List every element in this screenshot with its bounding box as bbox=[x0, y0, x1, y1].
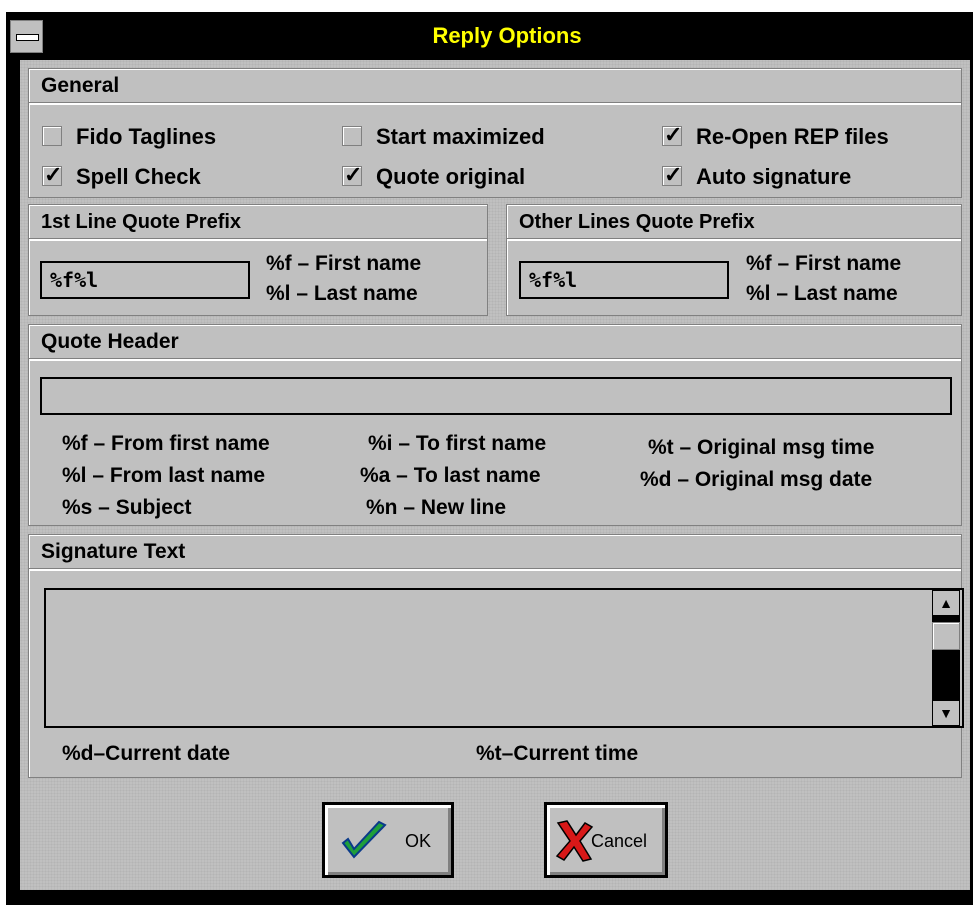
other-prefix-title: Other Lines Quote Prefix bbox=[507, 205, 961, 241]
other-prefix-hint-first: %f – First name bbox=[746, 252, 902, 275]
fido-taglines-checkbox[interactable] bbox=[42, 126, 62, 146]
signature-legend-time: %t–Current time bbox=[476, 742, 639, 765]
dialog-body: General Fido Taglines Start maximized ✓ … bbox=[20, 60, 970, 890]
fido-taglines-label: Fido Taglines bbox=[76, 124, 217, 149]
start-maximized-checkbox[interactable] bbox=[342, 126, 362, 146]
quote-header-input[interactable] bbox=[40, 377, 952, 415]
cancel-label: Cancel bbox=[591, 831, 648, 851]
window-title: Reply Options bbox=[432, 23, 582, 48]
check-icon: ✓ bbox=[664, 162, 683, 187]
quote-header-legend-date: %d – Original msg date bbox=[640, 468, 873, 491]
quote-header-legend-time: %t – Original msg time bbox=[648, 436, 875, 459]
other-prefix-hint-last: %l – Last name bbox=[746, 282, 898, 305]
quote-header-title: Quote Header bbox=[29, 325, 961, 361]
signature-textarea[interactable] bbox=[44, 588, 964, 728]
scroll-down-icon[interactable]: ▼ bbox=[932, 700, 960, 726]
ok-button[interactable]: OK bbox=[322, 802, 454, 878]
check-icon: ✓ bbox=[44, 162, 63, 187]
spell-check-label: Spell Check bbox=[76, 164, 201, 189]
scroll-up-icon[interactable]: ▲ bbox=[932, 590, 960, 616]
quote-header-legend-to-first: %i – To first name bbox=[368, 432, 547, 455]
first-prefix-input[interactable]: %f%l bbox=[40, 261, 250, 299]
ok-label: OK bbox=[405, 831, 432, 851]
scroll-thumb[interactable] bbox=[932, 622, 960, 650]
quote-header-legend-from-last: %l – From last name bbox=[62, 464, 266, 487]
reopen-rep-label: Re-Open REP files bbox=[696, 124, 889, 149]
system-menu-icon[interactable] bbox=[10, 20, 43, 53]
quote-header-legend-to-last: %a – To last name bbox=[360, 464, 541, 487]
quote-header-legend-from-first: %f – From first name bbox=[62, 432, 270, 455]
other-prefix-input[interactable]: %f%l bbox=[519, 261, 729, 299]
first-prefix-title: 1st Line Quote Prefix bbox=[29, 205, 487, 241]
quote-original-label: Quote original bbox=[376, 164, 526, 189]
quote-header-legend-newline: %n – New line bbox=[366, 496, 507, 519]
signature-legend-date: %d–Current date bbox=[62, 742, 231, 765]
quote-header-legend-subject: %s – Subject bbox=[62, 496, 192, 519]
first-prefix-hint-first: %f – First name bbox=[266, 252, 422, 275]
spell-check-checkbox[interactable]: ✓ bbox=[42, 162, 62, 187]
general-title: General bbox=[29, 69, 961, 105]
first-prefix-hint-last: %l – Last name bbox=[266, 282, 418, 305]
check-icon: ✓ bbox=[344, 162, 363, 187]
reopen-rep-checkbox[interactable]: ✓ bbox=[662, 122, 682, 147]
auto-signature-label: Auto signature bbox=[696, 164, 852, 189]
signature-title: Signature Text bbox=[29, 535, 961, 571]
cancel-button[interactable]: Cancel bbox=[544, 802, 668, 878]
check-icon bbox=[341, 820, 387, 859]
auto-signature-checkbox[interactable]: ✓ bbox=[662, 162, 682, 187]
x-icon bbox=[555, 820, 594, 862]
start-maximized-label: Start maximized bbox=[376, 124, 545, 149]
check-icon: ✓ bbox=[664, 122, 683, 147]
quote-original-checkbox[interactable]: ✓ bbox=[342, 162, 362, 187]
